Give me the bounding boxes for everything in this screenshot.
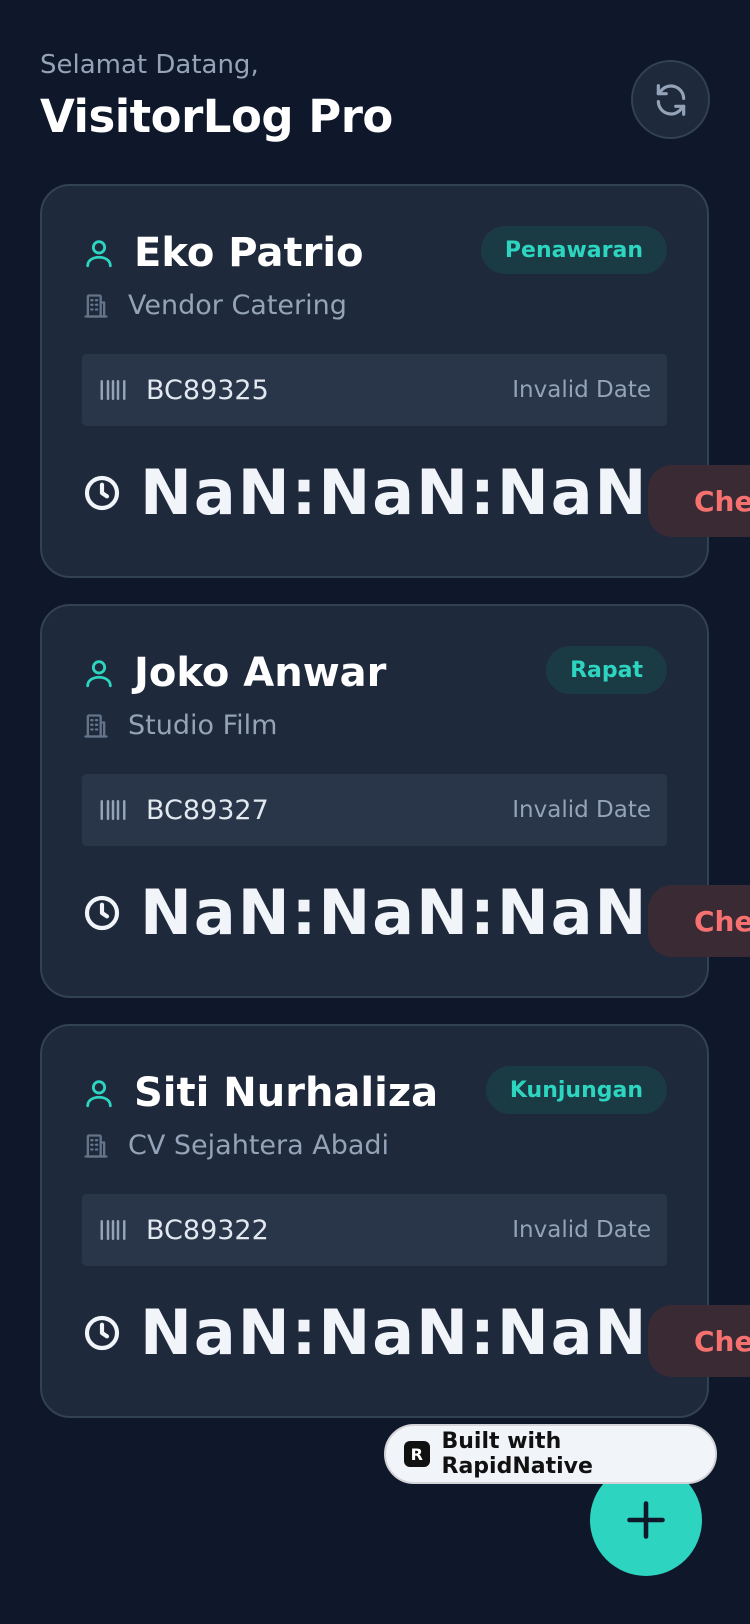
visitor-name: Eko Patrio bbox=[134, 230, 364, 276]
badge-code: BC89322 bbox=[146, 1214, 269, 1246]
checkout-label: Check Out bbox=[694, 904, 750, 938]
checkout-label: Check Out bbox=[694, 1324, 750, 1358]
badge-code: BC89327 bbox=[146, 794, 269, 826]
built-with-label: Built with RapidNative bbox=[441, 1429, 593, 1479]
built-with-badge[interactable]: R Built with RapidNative bbox=[384, 1424, 717, 1484]
clock-icon bbox=[84, 895, 120, 930]
checkout-label: Check Out bbox=[694, 484, 750, 518]
badge-code-box: BC89325 Invalid Date bbox=[82, 354, 667, 426]
visitor-company: Vendor Catering bbox=[128, 290, 347, 321]
header: Selamat Datang, VisitorLog Pro bbox=[40, 50, 710, 150]
user-icon bbox=[86, 1080, 112, 1108]
refresh-icon bbox=[656, 83, 685, 116]
building-icon bbox=[84, 293, 108, 318]
app-viewport: Selamat Datang, VisitorLog Pro Eko Patri… bbox=[0, 0, 750, 1624]
app-title: VisitorLog Pro bbox=[40, 90, 393, 143]
visit-date: Invalid Date bbox=[512, 1217, 651, 1243]
purpose-badge: Penawaran bbox=[480, 226, 667, 274]
visitor-card[interactable]: Siti Nurhaliza Kunjungan CV Sejahtera Ab… bbox=[40, 1024, 750, 1418]
purpose-badge: Rapat bbox=[546, 646, 667, 694]
visitor-card[interactable]: Eko Patrio Penawaran Vendor Catering BC8… bbox=[40, 184, 750, 578]
refresh-button[interactable] bbox=[631, 60, 710, 139]
visit-date: Invalid Date bbox=[512, 377, 651, 403]
visitor-name: Joko Anwar bbox=[134, 650, 387, 696]
duration-timer: NaN:NaN:NaN bbox=[140, 876, 649, 949]
checkout-button[interactable]: Check Out bbox=[648, 1305, 750, 1377]
user-icon bbox=[86, 240, 112, 268]
plus-icon bbox=[627, 1501, 665, 1539]
visitor-company: Studio Film bbox=[128, 710, 278, 741]
building-icon bbox=[84, 713, 108, 738]
barcode-icon bbox=[100, 800, 126, 820]
rapidnative-logo-icon: R bbox=[404, 1441, 430, 1467]
clock-icon bbox=[84, 475, 120, 510]
building-icon bbox=[84, 1133, 108, 1158]
checkout-button[interactable]: Check Out bbox=[648, 465, 750, 537]
badge-code: BC89325 bbox=[146, 374, 269, 406]
visit-date: Invalid Date bbox=[512, 797, 651, 823]
clock-icon bbox=[84, 1315, 120, 1350]
visitor-name: Siti Nurhaliza bbox=[134, 1070, 439, 1116]
duration-timer: NaN:NaN:NaN bbox=[140, 456, 649, 529]
badge-code-box: BC89322 Invalid Date bbox=[82, 1194, 667, 1266]
duration-timer: NaN:NaN:NaN bbox=[140, 1296, 649, 1369]
visitor-company: CV Sejahtera Abadi bbox=[128, 1130, 390, 1161]
greeting: Selamat Datang, bbox=[40, 50, 259, 80]
purpose-badge: Kunjungan bbox=[485, 1066, 667, 1114]
badge-code-box: BC89327 Invalid Date bbox=[82, 774, 667, 846]
checkout-button[interactable]: Check Out bbox=[648, 885, 750, 957]
barcode-icon bbox=[100, 380, 126, 400]
barcode-icon bbox=[100, 1220, 126, 1240]
visitor-card[interactable]: Joko Anwar Rapat Studio Film BC89327 Inv… bbox=[40, 604, 750, 998]
user-icon bbox=[86, 660, 112, 688]
